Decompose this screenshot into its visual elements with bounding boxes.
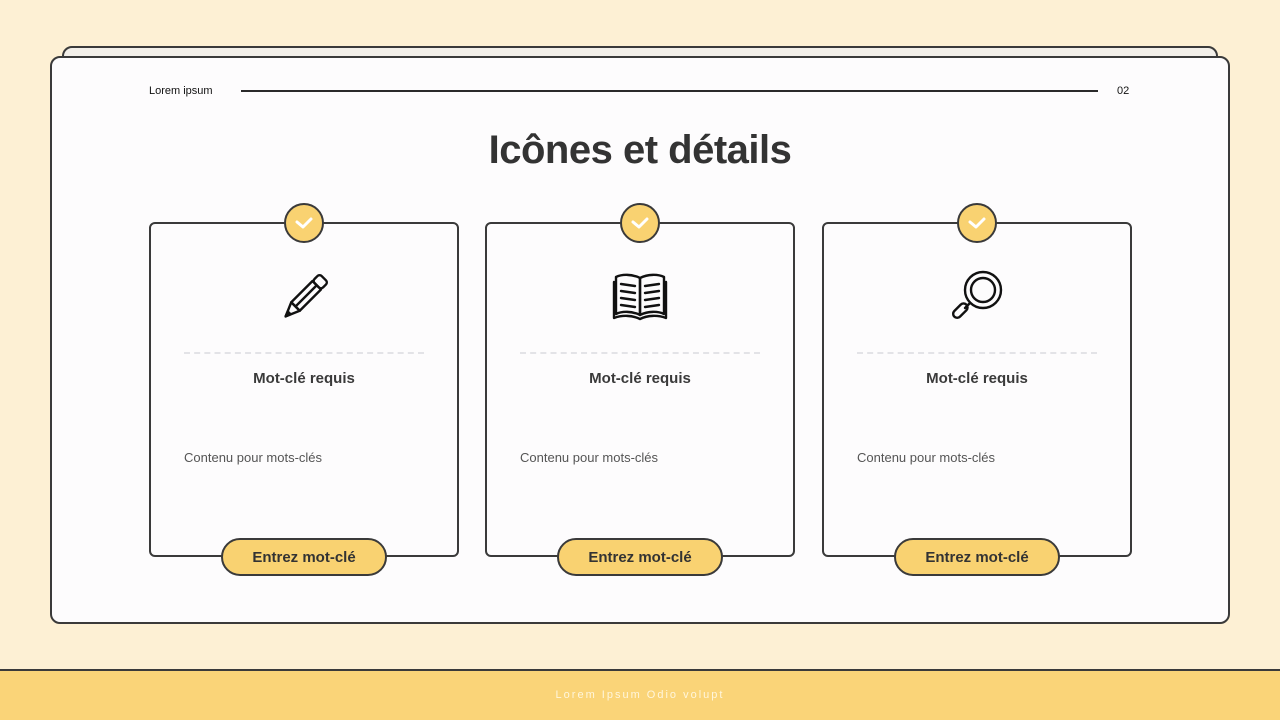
card-divider	[520, 352, 760, 354]
checkmark-icon	[631, 217, 649, 229]
card-heading: Mot-clé requis	[926, 370, 1028, 387]
magnifier-icon	[951, 270, 1003, 320]
pencil-icon	[284, 274, 328, 318]
card-body-text: Contenu pour mots-clés	[857, 450, 996, 465]
header-divider	[241, 90, 1098, 92]
check-badge	[957, 203, 997, 243]
card-divider	[184, 352, 424, 354]
page-title: Icônes et détails	[488, 128, 792, 172]
check-badge	[620, 203, 660, 243]
header-label: Lorem ipsum	[149, 85, 213, 97]
check-badge	[284, 203, 324, 243]
feature-card: Mot-clé requis Contenu pour mots-clés En…	[149, 203, 459, 576]
checkmark-icon	[968, 217, 986, 229]
card-body-text: Contenu pour mots-clés	[184, 450, 323, 465]
enter-keyword-button[interactable]: Entrez mot-clé	[221, 538, 387, 576]
card-heading: Mot-clé requis	[253, 370, 355, 387]
footer-bar: Lorem Ipsum Odio volupt	[0, 669, 1280, 720]
card-divider	[857, 352, 1097, 354]
enter-keyword-button[interactable]: Entrez mot-clé	[894, 538, 1060, 576]
checkmark-icon	[295, 217, 313, 229]
book-icon	[612, 273, 668, 321]
card-body-text: Contenu pour mots-clés	[520, 450, 659, 465]
enter-keyword-button[interactable]: Entrez mot-clé	[557, 538, 723, 576]
feature-card: Mot-clé requis Contenu pour mots-clés En…	[485, 203, 795, 576]
footer-text: Lorem Ipsum Odio volupt	[555, 689, 725, 701]
feature-card: Mot-clé requis Contenu pour mots-clés En…	[822, 203, 1132, 576]
card-heading: Mot-clé requis	[589, 370, 691, 387]
page-number: 02	[1117, 85, 1130, 97]
